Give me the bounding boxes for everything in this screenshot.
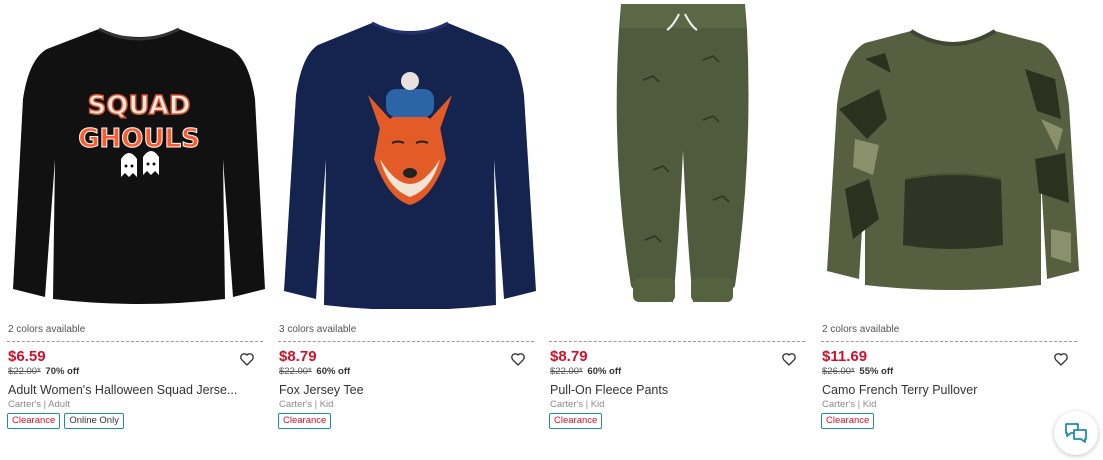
product-image[interactable] [278,0,541,318]
badge-row: Clearance Online Only [7,413,124,429]
green-pants-image [616,4,748,302]
price-details: $22.00* 70% off [8,366,79,377]
divider [821,341,1077,342]
heart-icon[interactable] [510,351,526,367]
discount-label: 60% off [316,366,351,377]
colors-available: 3 colors available [279,324,357,335]
chat-button[interactable] [1054,411,1098,455]
product-grid: SQUAD GHOULS 2 colors available $6.59 $2… [0,0,1103,460]
heart-icon[interactable] [781,351,797,367]
product-image[interactable]: SQUAD GHOULS [7,0,270,318]
badge-row: Clearance [821,413,875,429]
discount-label: 70% off [45,366,80,377]
badge-row: Clearance [549,413,603,429]
navy-fox-tee-image [283,21,536,309]
black-longsleeve-tee-image: SQUAD GHOULS [12,27,265,304]
camo-pullover-image [826,29,1079,290]
sale-price: $11.69 [822,348,868,365]
original-price: $22.00* [279,366,312,377]
product-name[interactable]: Camo French Terry Pullover [822,383,1062,397]
divider [7,341,263,342]
product-card-camo-pullover[interactable]: 2 colors available $11.69 $26.00* 55% of… [821,0,1084,460]
product-brand-meta: Carter's | Kid [822,399,877,410]
product-card-fleece-pants[interactable]: $8.79 $22.00* 60% off Pull-On Fleece Pan… [549,0,812,460]
divider [278,341,534,342]
price-details: $22.00* 60% off [279,366,350,377]
product-brand-meta: Carter's | Adult [8,399,70,410]
product-image[interactable] [821,0,1084,318]
product-brand-meta: Carter's | Kid [279,399,334,410]
divider [549,341,805,342]
price-details: $22.00* 60% off [550,366,621,377]
price-details: $26.00* 55% off [822,366,893,377]
sale-price: $8.79 [550,348,588,365]
product-image[interactable] [549,0,812,318]
sale-price: $6.59 [8,348,46,365]
discount-label: 55% off [859,366,894,377]
chat-bubbles-icon [1065,423,1087,443]
product-brand-meta: Carter's | Kid [550,399,605,410]
original-price: $22.00* [8,366,41,377]
heart-icon[interactable] [1053,351,1069,367]
product-name[interactable]: Pull-On Fleece Pants [550,383,790,397]
product-name[interactable]: Fox Jersey Tee [279,383,519,397]
product-card-halloween-tee[interactable]: SQUAD GHOULS 2 colors available $6.59 $2… [7,0,270,460]
original-price: $22.00* [550,366,583,377]
clearance-badge: Clearance [821,413,875,429]
badge-row: Clearance [278,413,332,429]
product-card-fox-tee[interactable]: 3 colors available $8.79 $22.00* 60% off… [278,0,541,460]
colors-available: 2 colors available [8,324,86,335]
heart-icon[interactable] [239,351,255,367]
svg-text:GHOULS: GHOULS [78,124,200,154]
discount-label: 60% off [587,366,622,377]
svg-text:SQUAD: SQUAD [87,91,190,121]
sale-price: $8.79 [279,348,317,365]
colors-available: 2 colors available [822,324,900,335]
clearance-badge: Clearance [7,413,61,429]
original-price: $26.00* [822,366,855,377]
product-name[interactable]: Adult Women's Halloween Squad Jerse... [8,383,248,397]
clearance-badge: Clearance [549,413,603,429]
online-only-badge: Online Only [64,413,124,429]
clearance-badge: Clearance [278,413,332,429]
